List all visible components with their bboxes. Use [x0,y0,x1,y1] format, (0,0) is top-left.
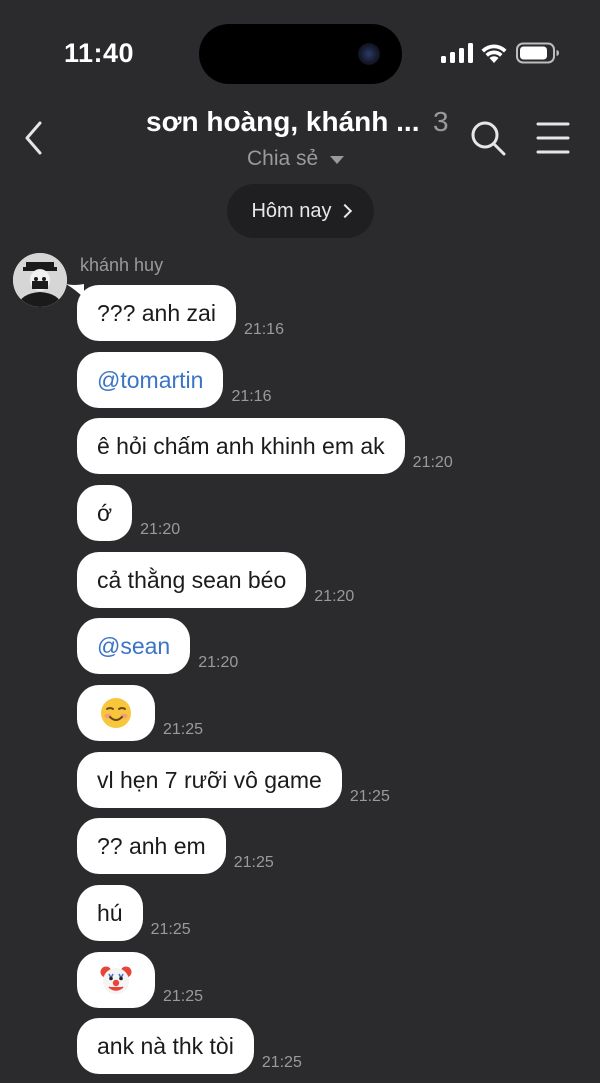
message-time: 21:25 [261,1054,302,1071]
clown-face-icon [100,966,132,994]
message-bubble[interactable]: hú [77,885,143,941]
message-row: ớ 21:20 [77,485,180,541]
emoji-bubble[interactable] [77,952,155,1008]
message-time: 21:25 [163,721,204,738]
message-row: hú 21:25 [77,885,191,941]
message-row: ??? anh zai 21:16 [77,285,284,341]
message-time: 21:20 [314,588,355,605]
message-row: ê hỏi chấm anh khinh em ak 21:20 [77,418,453,474]
message-bubble[interactable]: cả thằng sean béo [77,552,307,608]
mention-bubble[interactable]: @tomartin [77,352,224,408]
message-bubble[interactable]: ?? anh em [77,818,226,874]
message-bubble[interactable]: ank nà thk tòi [77,1018,254,1074]
message-time: 21:16 [231,388,272,405]
share-dropdown[interactable]: Chia sẻ [247,147,345,171]
message-row: vl hẹn 7 rưỡi vô game 21:25 [77,752,390,808]
front-camera-icon [358,43,380,65]
sender-name: khánh huy [80,255,164,275]
dynamic-island [199,24,402,84]
status-bar: 11:40 [0,0,600,100]
message-time: 21:25 [150,921,191,938]
avatar-image [13,253,67,307]
menu-icon[interactable] [536,120,570,156]
message-row: 21:25 [77,952,203,1008]
message-row: ank nà thk tòi 21:25 [77,1018,302,1074]
chevron-down-icon [330,156,345,164]
message-row: @tomartin 21:16 [77,352,271,408]
cellular-signal-icon [441,43,473,63]
message-time: 21:20 [412,454,453,471]
message-time: 21:25 [233,854,274,871]
search-icon[interactable] [468,118,508,158]
status-time: 11:40 [64,38,135,68]
battery-icon [516,42,559,64]
message-bubble[interactable]: vl hẹn 7 rưỡi vô game [77,752,342,808]
message-time: 21:20 [140,521,181,538]
message-row: @sean 21:20 [77,618,238,674]
message-time: 21:25 [349,788,390,805]
message-time: 21:20 [198,654,239,671]
member-count: 3 [433,106,449,137]
date-label: Hôm nay [251,199,332,222]
message-row: cả thằng sean béo 21:20 [77,552,354,608]
smiling-face-icon [101,698,131,728]
date-divider-button[interactable]: Hôm nay [227,184,374,238]
message-row: 21:25 [77,685,203,741]
message-row: ?? anh em 21:25 [77,818,274,874]
message-time: 21:16 [243,321,284,338]
mention-bubble[interactable]: @sean [77,618,191,674]
message-bubble[interactable]: ớ [77,485,133,541]
back-button[interactable] [18,118,52,158]
message-time: 21:25 [163,988,204,1005]
wifi-icon [481,44,507,63]
avatar[interactable] [13,253,67,307]
message-bubble[interactable]: ??? anh zai [77,285,236,341]
share-label: Chia sẻ [247,147,319,170]
chevron-right-icon [337,203,352,219]
message-bubble[interactable]: ê hỏi chấm anh khinh em ak [77,418,405,474]
chat-title[interactable]: sơn hoàng, khánh ... [146,106,428,138]
emoji-bubble[interactable] [77,685,155,741]
